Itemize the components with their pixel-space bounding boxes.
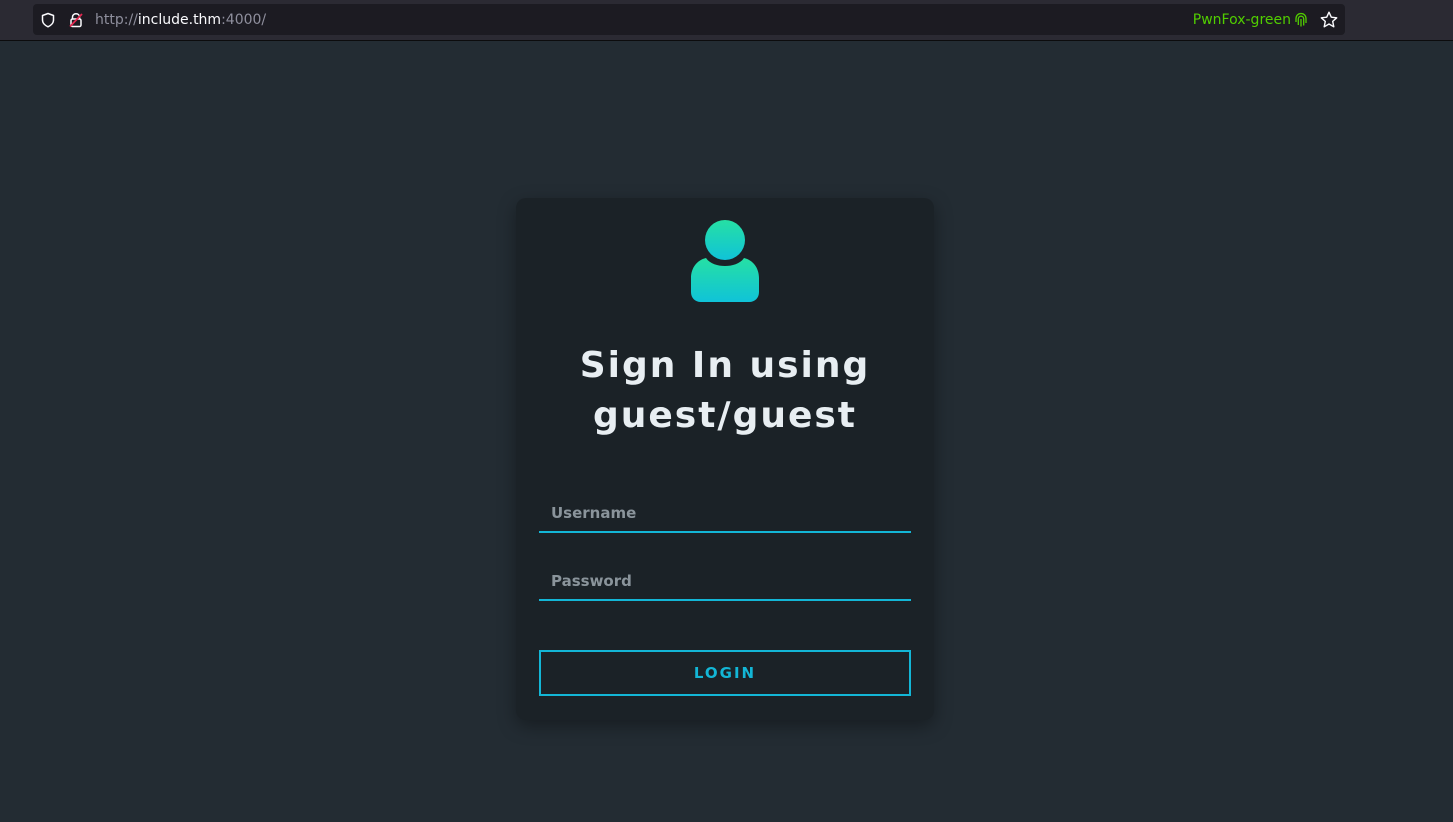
url-text[interactable]: http://include.thm:4000/: [95, 11, 266, 29]
login-card: Sign In using guest/guest LOGIN: [516, 198, 934, 720]
login-button[interactable]: LOGIN: [539, 650, 911, 696]
address-bar[interactable]: http://include.thm:4000/ PwnFox-green: [33, 4, 1345, 35]
fingerprint-icon[interactable]: [1294, 12, 1308, 28]
browser-toolbar: http://include.thm:4000/ PwnFox-green: [0, 0, 1453, 41]
url-host: include.thm: [137, 12, 222, 28]
shield-icon[interactable]: [39, 11, 57, 29]
url-port-path: :4000/: [221, 12, 267, 28]
page-title: Sign In using guest/guest: [579, 345, 871, 436]
username-field[interactable]: [539, 495, 911, 533]
password-field[interactable]: [539, 563, 911, 601]
insecure-lock-icon[interactable]: [67, 11, 85, 29]
container-label[interactable]: PwnFox-green: [1193, 11, 1291, 29]
url-scheme: http://: [95, 12, 138, 28]
user-avatar-icon: [690, 220, 760, 302]
star-icon[interactable]: [1319, 10, 1339, 30]
